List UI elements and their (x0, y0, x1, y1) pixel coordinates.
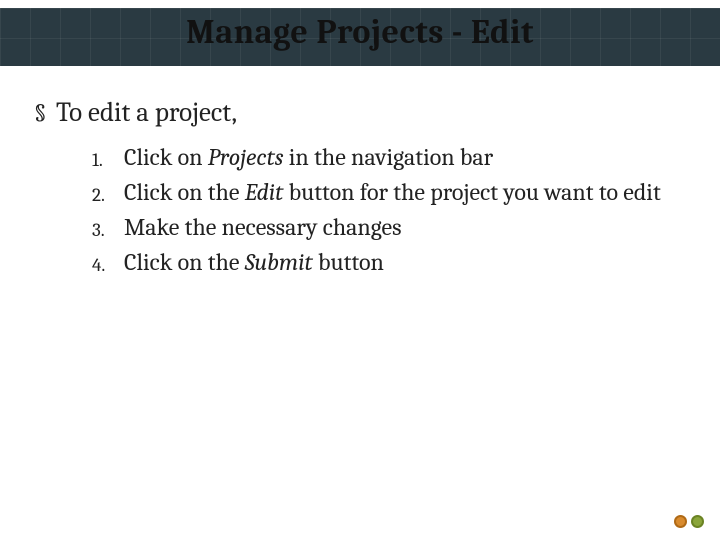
list-number: 4. (92, 247, 124, 280)
list-item: 1. Click on Projects in the navigation b… (92, 142, 686, 175)
footer-decoration (674, 515, 704, 528)
text-segment: Click on the (124, 248, 245, 276)
text-segment: Click on the (124, 178, 245, 206)
text-segment: Click on (124, 143, 208, 171)
list-item: 3. Make the necessary changes (92, 212, 686, 245)
list-text: Click on the Submit button (124, 247, 686, 277)
bullet-text: To edit a project, (56, 96, 237, 130)
list-text: Click on the Edit button for the project… (124, 177, 686, 207)
list-text: Make the necessary changes (124, 212, 686, 242)
dot-icon (674, 515, 687, 528)
list-text: Click on Projects in the navigation bar (124, 142, 686, 172)
slide-title: Manage Projects - Edit (0, 12, 720, 52)
dot-icon (691, 515, 704, 528)
text-segment: button for the project you want to edit (283, 178, 660, 206)
list-number: 3. (92, 212, 124, 245)
text-segment: in the navigation bar (284, 143, 494, 171)
list-item: 4. Click on the Submit button (92, 247, 686, 280)
list-item: 2. Click on the Edit button for the proj… (92, 177, 686, 210)
emphasized-term: Submit (245, 248, 313, 276)
numbered-list: 1. Click on Projects in the navigation b… (92, 142, 686, 280)
bullet-item: § To edit a project, (34, 96, 686, 130)
text-segment: Make the necessary changes (124, 213, 402, 241)
list-number: 1. (92, 142, 124, 175)
bullet-marker: § (34, 96, 56, 128)
emphasized-term: Projects (208, 143, 284, 171)
content-area: § To edit a project, 1. Click on Project… (34, 96, 686, 282)
list-number: 2. (92, 177, 124, 210)
text-segment: button (313, 248, 384, 276)
slide: Manage Projects - Edit § To edit a proje… (0, 0, 720, 540)
emphasized-term: Edit (245, 178, 284, 206)
